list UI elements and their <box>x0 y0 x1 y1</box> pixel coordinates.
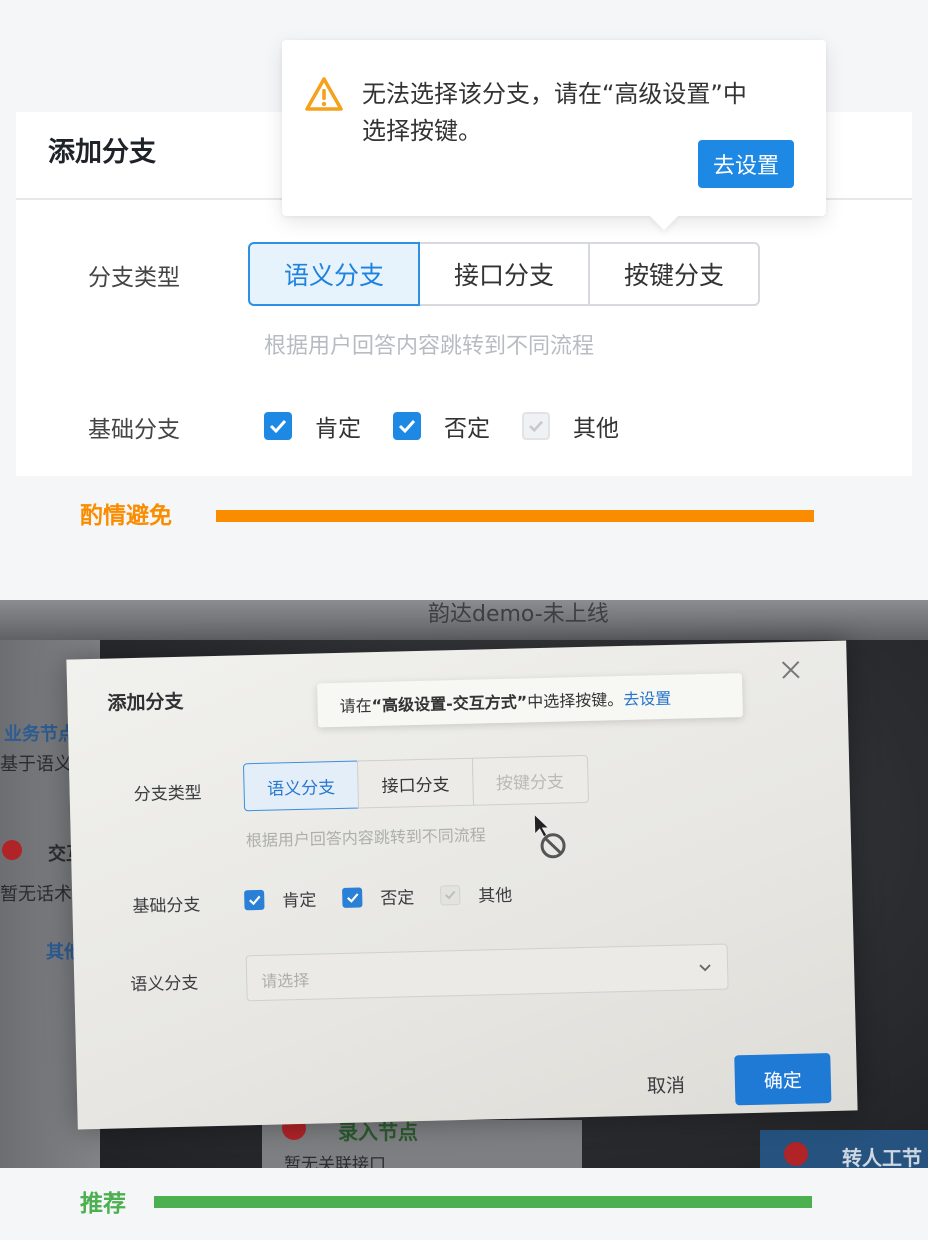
photo-example: 韵达demo-未上线 业务节点 基于语义判 交互 暂无话术 其他 录入节点 暂无… <box>0 600 928 1168</box>
segment-key-branch[interactable]: 按键分支 <box>588 242 760 306</box>
photo-bg-node: 录入节点 暂无关联接口 <box>262 1116 582 1168</box>
photo-left-item: 业务节点 <box>4 724 76 745</box>
verdict-recommend-label: 推荐 <box>80 1191 126 1217</box>
go-settings-button[interactable]: 去设置 <box>698 140 794 188</box>
checkbox-checked-icon[interactable] <box>342 886 363 908</box>
checkbox-deny[interactable]: 否定 <box>377 409 490 443</box>
photo-basic-branch-label: 基础分支 <box>132 895 201 918</box>
photo-left-item: 暂无话术 <box>0 884 72 905</box>
photo-branch-type-hint: 根据用户回答内容跳转到不同流程 <box>245 825 487 851</box>
chevron-down-icon <box>699 964 711 972</box>
verdict-recommend-bar <box>154 1196 812 1208</box>
warning-triangle-icon <box>305 77 343 111</box>
photo-bg-transfer-title: 转人工节 <box>842 1146 922 1168</box>
checkbox-checked-icon[interactable] <box>244 889 265 910</box>
photo-segment-interface[interactable]: 接口分支 <box>356 757 475 809</box>
photo-semantic-branch-select[interactable]: 请选择 <box>245 943 729 1002</box>
branch-type-hint: 根据用户回答内容跳转到不同流程 <box>264 334 595 359</box>
photo-bg-transfer-node: 转人工节 <box>760 1130 928 1168</box>
photo-tooltip-suffix: 中选择按键。 <box>527 690 624 712</box>
warning-tooltip: 无法选择该分支，请在“高级设置”中 选择按键。 去设置 <box>282 40 826 216</box>
photo-branch-type-label: 分支类型 <box>133 783 202 805</box>
photo-semantic-branch-label: 语义分支 <box>130 973 199 996</box>
checkbox-affirm[interactable]: 肯定 <box>248 409 361 443</box>
photo-cancel-button[interactable]: 取消 <box>647 1071 686 1099</box>
photo-basic-branch-checkboxes: 肯定 否定 其他 <box>244 880 539 912</box>
segment-interface-branch[interactable]: 接口分支 <box>418 242 590 306</box>
basic-branch-label: 基础分支 <box>88 417 180 443</box>
branch-type-label: 分支类型 <box>88 265 180 291</box>
photo-tooltip-bold: “高级设置-交互方式” <box>371 692 528 716</box>
verdict-avoid-label: 酌情避免 <box>80 503 172 529</box>
photo-checkbox-label: 否定 <box>380 888 415 909</box>
photo-checkbox-label: 肯定 <box>282 890 317 912</box>
select-placeholder: 请选择 <box>261 970 310 991</box>
photo-branch-type-segmented-control: 语义分支 接口分支 按键分支 <box>242 754 589 812</box>
checkbox-label: 肯定 <box>315 416 361 442</box>
error-icon <box>784 1142 808 1166</box>
photo-bg-node-sub: 暂无关联接口 <box>284 1155 386 1168</box>
photo-add-branch-dialog: 添加分支 请在 “高级设置-交互方式” 中选择按键。 去设置 分支类型 语义分支… <box>66 640 858 1130</box>
checkbox-label: 否定 <box>444 416 490 442</box>
checkbox-checked-icon[interactable] <box>393 412 421 440</box>
photo-segment-key-disabled: 按键分支 <box>471 754 589 806</box>
photo-app-title: 韵达demo-未上线 <box>428 602 609 627</box>
photo-app-topbar: 韵达demo-未上线 <box>0 600 928 640</box>
checkbox-checked-icon[interactable] <box>264 412 292 440</box>
checkbox-disabled-icon <box>439 884 461 906</box>
checkbox-other: 其他 <box>506 409 619 443</box>
tooltip-message: 无法选择该分支，请在“高级设置”中 选择按键。 <box>362 76 802 150</box>
photo-checkbox-label: 其他 <box>478 885 513 907</box>
photo-tooltip-prefix: 请在 <box>339 696 372 716</box>
tooltip-line-1: 无法选择该分支，请在“高级设置”中 <box>362 80 747 108</box>
photo-go-settings-link[interactable]: 去设置 <box>623 685 672 710</box>
checkbox-label: 其他 <box>573 416 619 442</box>
not-allowed-cursor-icon <box>533 813 566 859</box>
photo-dialog-title: 添加分支 <box>107 690 184 715</box>
error-icon <box>2 840 22 860</box>
checkbox-disabled-icon <box>522 412 550 440</box>
photo-segment-semantic[interactable]: 语义分支 <box>242 760 360 812</box>
photo-tooltip: 请在 “高级设置-交互方式” 中选择按键。 去设置 <box>317 673 743 728</box>
segment-semantic-branch[interactable]: 语义分支 <box>248 242 420 306</box>
dialog-title: 添加分支 <box>48 137 156 168</box>
photo-confirm-button[interactable]: 确定 <box>734 1053 832 1106</box>
basic-branch-checkboxes: 肯定 否定 其他 <box>248 408 655 444</box>
close-icon[interactable] <box>779 658 804 683</box>
verdict-avoid-bar <box>216 510 814 522</box>
branch-type-segmented-control: 语义分支 接口分支 按键分支 <box>248 242 760 306</box>
